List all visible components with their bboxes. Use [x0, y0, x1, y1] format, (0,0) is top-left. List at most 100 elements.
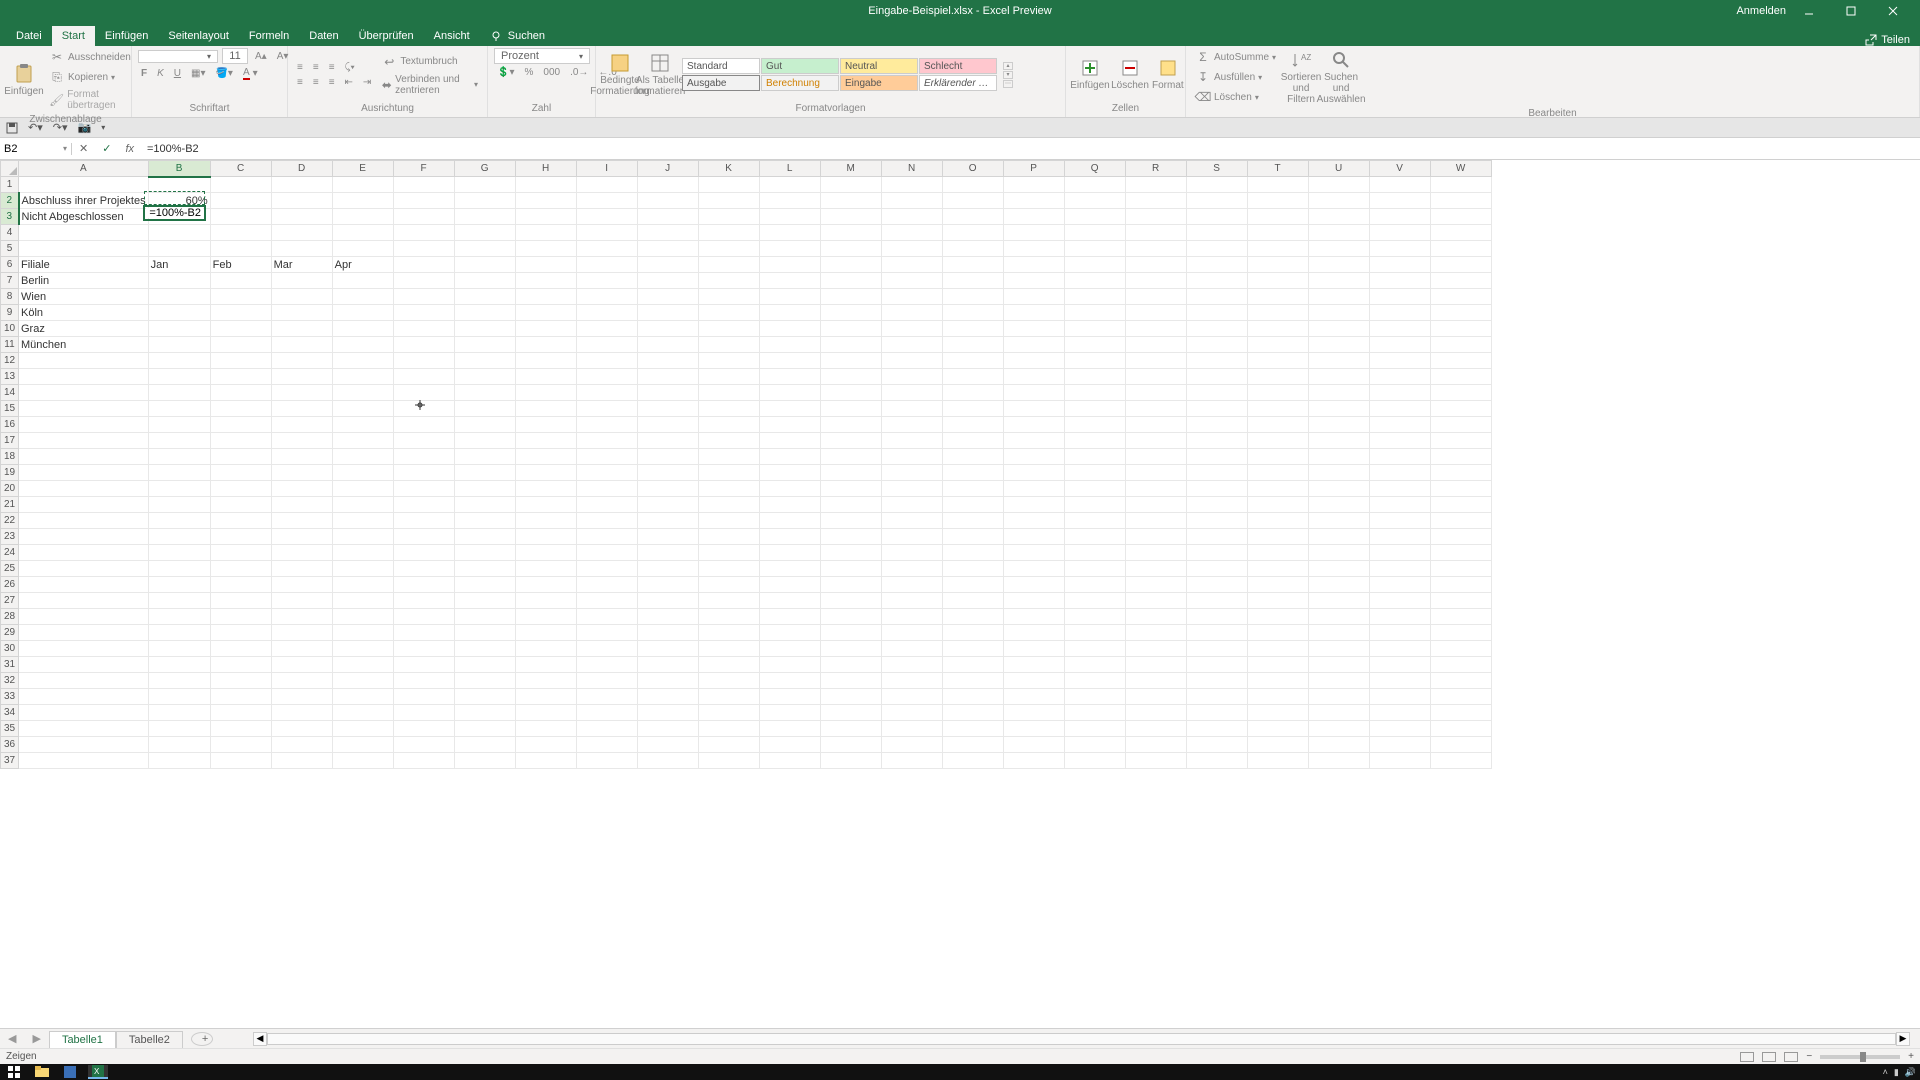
tray-chevron-icon[interactable]: ˄	[1883, 1067, 1888, 1077]
row-header[interactable]: 37	[1, 753, 19, 769]
cell-W2[interactable]	[1430, 193, 1491, 209]
cell-B31[interactable]	[148, 657, 210, 673]
cell-H34[interactable]	[515, 705, 576, 721]
cell-S9[interactable]	[1186, 305, 1247, 321]
cell-A13[interactable]	[19, 369, 149, 385]
cell-L36[interactable]	[759, 737, 820, 753]
cell-T4[interactable]	[1247, 225, 1308, 241]
cell-D27[interactable]	[271, 593, 332, 609]
cell-H13[interactable]	[515, 369, 576, 385]
cell-P31[interactable]	[1003, 657, 1064, 673]
cell-S36[interactable]	[1186, 737, 1247, 753]
cell-E34[interactable]	[332, 705, 393, 721]
cell-T21[interactable]	[1247, 497, 1308, 513]
format-painter-button[interactable]: 🖌 Format übertragen	[46, 88, 134, 112]
cell-Q18[interactable]	[1064, 449, 1125, 465]
share-button[interactable]: Teilen	[1881, 34, 1910, 46]
cell-P20[interactable]	[1003, 481, 1064, 497]
cell-L25[interactable]	[759, 561, 820, 577]
cell-Q20[interactable]	[1064, 481, 1125, 497]
cell-J16[interactable]	[637, 417, 698, 433]
cell-N17[interactable]	[881, 433, 942, 449]
cell-J13[interactable]	[637, 369, 698, 385]
cell-G19[interactable]	[454, 465, 515, 481]
currency-button[interactable]: 💲▾	[494, 66, 517, 79]
cell-T13[interactable]	[1247, 369, 1308, 385]
cell-A11[interactable]: München	[19, 337, 149, 353]
font-color-button[interactable]: A▾	[240, 66, 261, 81]
cell-V22[interactable]	[1369, 513, 1430, 529]
cell-I10[interactable]	[576, 321, 637, 337]
cell-I32[interactable]	[576, 673, 637, 689]
cell-S13[interactable]	[1186, 369, 1247, 385]
cell-E29[interactable]	[332, 625, 393, 641]
cell-F12[interactable]	[393, 353, 454, 369]
cell-H16[interactable]	[515, 417, 576, 433]
cell-O1[interactable]	[942, 177, 1003, 193]
cell-K5[interactable]	[698, 241, 759, 257]
cell-K21[interactable]	[698, 497, 759, 513]
cell-C36[interactable]	[210, 737, 271, 753]
cell-B5[interactable]	[148, 241, 210, 257]
cell-G4[interactable]	[454, 225, 515, 241]
cell-F7[interactable]	[393, 273, 454, 289]
cell-K29[interactable]	[698, 625, 759, 641]
row-header[interactable]: 18	[1, 449, 19, 465]
cell-B13[interactable]	[148, 369, 210, 385]
col-header[interactable]: A	[19, 161, 149, 177]
border-button[interactable]: ▦▾	[188, 67, 208, 80]
cell-F32[interactable]	[393, 673, 454, 689]
cell-Q36[interactable]	[1064, 737, 1125, 753]
cell-H9[interactable]	[515, 305, 576, 321]
scroll-right-button[interactable]: ▶	[1896, 1032, 1910, 1046]
cell-H28[interactable]	[515, 609, 576, 625]
cell-L32[interactable]	[759, 673, 820, 689]
cell-S31[interactable]	[1186, 657, 1247, 673]
cell-T37[interactable]	[1247, 753, 1308, 769]
cell-V29[interactable]	[1369, 625, 1430, 641]
cell-I9[interactable]	[576, 305, 637, 321]
cell-W36[interactable]	[1430, 737, 1491, 753]
cell-C37[interactable]	[210, 753, 271, 769]
cell-C6[interactable]: Feb	[210, 257, 271, 273]
cell-U4[interactable]	[1308, 225, 1369, 241]
view-normal-button[interactable]	[1740, 1052, 1754, 1062]
cell-R15[interactable]	[1125, 401, 1186, 417]
cell-F25[interactable]	[393, 561, 454, 577]
cell-Q27[interactable]	[1064, 593, 1125, 609]
cell-E26[interactable]	[332, 577, 393, 593]
tab-einfuegen[interactable]: Einfügen	[95, 26, 158, 46]
clear-button[interactable]: ⌫Löschen▾	[1192, 88, 1279, 106]
cell-D21[interactable]	[271, 497, 332, 513]
cell-I25[interactable]	[576, 561, 637, 577]
cell-G16[interactable]	[454, 417, 515, 433]
cell-U23[interactable]	[1308, 529, 1369, 545]
cell-R25[interactable]	[1125, 561, 1186, 577]
cell-G37[interactable]	[454, 753, 515, 769]
cell-V20[interactable]	[1369, 481, 1430, 497]
cell-C4[interactable]	[210, 225, 271, 241]
cell-V21[interactable]	[1369, 497, 1430, 513]
maximize-button[interactable]	[1846, 6, 1870, 16]
cell-L19[interactable]	[759, 465, 820, 481]
cell-L15[interactable]	[759, 401, 820, 417]
row-header[interactable]: 29	[1, 625, 19, 641]
cell-D31[interactable]	[271, 657, 332, 673]
cell-D33[interactable]	[271, 689, 332, 705]
cell-L7[interactable]	[759, 273, 820, 289]
cell-V12[interactable]	[1369, 353, 1430, 369]
cell-G25[interactable]	[454, 561, 515, 577]
cell-W35[interactable]	[1430, 721, 1491, 737]
cell-P5[interactable]	[1003, 241, 1064, 257]
cell-H36[interactable]	[515, 737, 576, 753]
cell-W22[interactable]	[1430, 513, 1491, 529]
italic-button[interactable]: K	[154, 67, 167, 80]
cell-D13[interactable]	[271, 369, 332, 385]
cell-K22[interactable]	[698, 513, 759, 529]
cell-R10[interactable]	[1125, 321, 1186, 337]
cell-J22[interactable]	[637, 513, 698, 529]
cell-N21[interactable]	[881, 497, 942, 513]
cell-Q30[interactable]	[1064, 641, 1125, 657]
cell-F36[interactable]	[393, 737, 454, 753]
cell-B21[interactable]	[148, 497, 210, 513]
